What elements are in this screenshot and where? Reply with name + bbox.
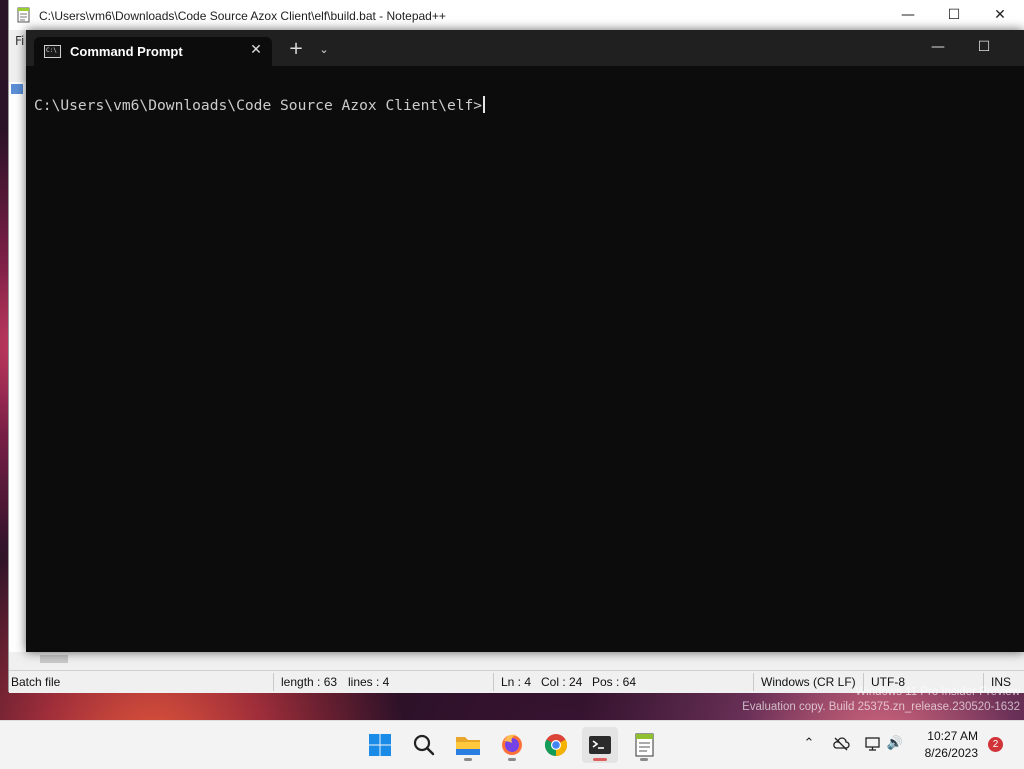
chevron-up-icon[interactable]: ⌃: [800, 735, 818, 753]
file-explorer-button[interactable]: [450, 727, 486, 763]
network-icon[interactable]: [864, 735, 882, 753]
terminal-titlebar[interactable]: C:\ Command Prompt ✕ + ⌄ — ☐: [26, 30, 1024, 66]
text-cursor: [483, 96, 486, 113]
notepad-app-icon: [17, 7, 30, 23]
status-position: Pos : 64: [592, 675, 637, 689]
notepad-editor-edge: [9, 82, 27, 652]
search-button[interactable]: [406, 727, 442, 763]
notification-badge[interactable]: 2: [988, 737, 1003, 752]
taskbar: ⌃ 🔊 10:27 AM 8/26/2023 2: [0, 720, 1024, 769]
active-indicator: [593, 758, 607, 761]
command-prompt-line[interactable]: C:\Users\vm6\Downloads\Code Source Azox …: [34, 96, 486, 114]
scrollbar-thumb[interactable]: [40, 655, 68, 663]
new-tab-button[interactable]: +: [284, 38, 308, 62]
volume-icon[interactable]: 🔊: [886, 735, 904, 753]
prompt-path: C:\Users\vm6\Downloads\Code Source Azox …: [34, 97, 483, 114]
terminal-maximize-button[interactable]: ☐: [961, 32, 1007, 62]
tab-command-prompt[interactable]: C:\ Command Prompt ✕: [34, 37, 272, 66]
clock-time[interactable]: 10:27 AM: [918, 729, 978, 743]
notepad-plus-plus-button[interactable]: [626, 727, 662, 763]
chrome-icon: [545, 734, 567, 756]
notepad-tab-icon[interactable]: [11, 84, 23, 94]
notepad-maximize-button[interactable]: ☐: [931, 0, 977, 30]
running-indicator: [640, 758, 648, 761]
clock-date[interactable]: 8/26/2023: [912, 746, 978, 760]
windows-watermark: Windows 11 Pro Insider Preview Evaluatio…: [742, 685, 1020, 715]
firefox-button[interactable]: [494, 727, 530, 763]
search-icon: [413, 734, 435, 756]
terminal-window[interactable]: C:\ Command Prompt ✕ + ⌄ — ☐ C:\Users\vm…: [26, 30, 1024, 652]
cloud-offline-icon[interactable]: [832, 735, 850, 753]
status-file-type: Batch file: [11, 675, 61, 689]
status-column: Col : 24: [541, 675, 583, 689]
start-button[interactable]: [362, 727, 398, 763]
terminal-taskbar-button[interactable]: [582, 727, 618, 763]
terminal-minimize-button[interactable]: —: [915, 32, 961, 62]
command-prompt-icon: C:\: [44, 45, 61, 58]
status-divider: [493, 673, 494, 691]
status-divider: [273, 673, 274, 691]
tab-label: Command Prompt: [70, 44, 183, 59]
windows-logo-icon: [369, 734, 391, 756]
chevron-down-icon[interactable]: ⌄: [314, 38, 334, 62]
terminal-console[interactable]: C:\Users\vm6\Downloads\Code Source Azox …: [26, 66, 1024, 652]
running-indicator: [508, 758, 516, 761]
chrome-button[interactable]: [538, 727, 574, 763]
tab-close-icon[interactable]: ✕: [246, 40, 266, 60]
status-lines: lines : 4: [348, 675, 390, 689]
status-line-number: Ln : 4: [501, 675, 532, 689]
notepad-horizontal-scrollbar[interactable]: [26, 652, 1024, 666]
watermark-edition: Windows 11 Pro Insider Preview: [855, 686, 1020, 698]
running-indicator: [464, 758, 472, 761]
status-length: length : 63: [281, 675, 338, 689]
notepad-titlebar[interactable]: C:\Users\vm6\Downloads\Code Source Azox …: [9, 0, 1024, 30]
notepad-window-title: C:\Users\vm6\Downloads\Code Source Azox …: [39, 9, 446, 23]
watermark-build: Evaluation copy. Build 25375.zn_release.…: [742, 701, 1020, 713]
notepad-close-button[interactable]: ✕: [977, 0, 1023, 30]
notepad-minimize-button[interactable]: —: [885, 0, 931, 30]
